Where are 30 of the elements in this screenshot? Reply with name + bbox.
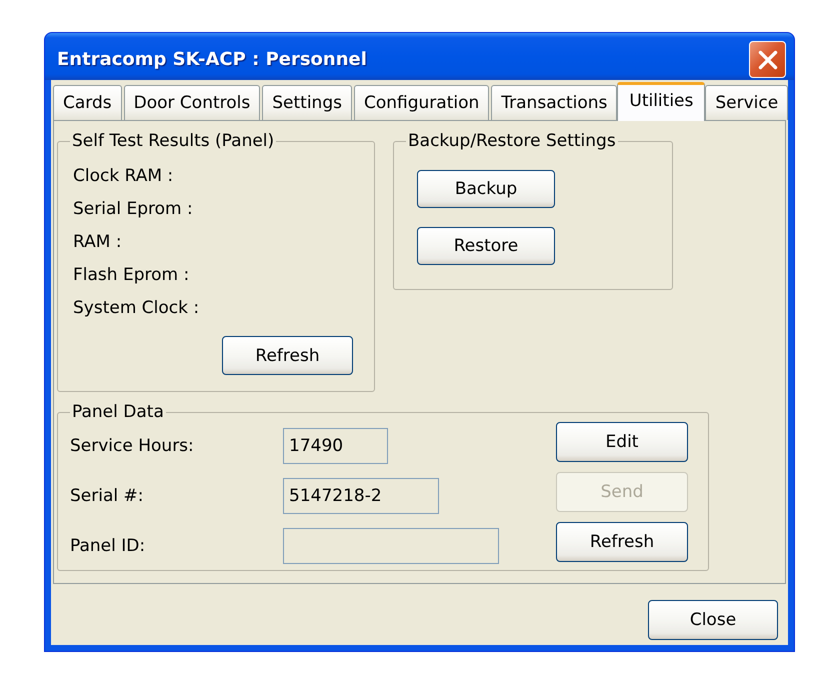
text-field[interactable]: 5147218-2 [283, 478, 439, 514]
edit-button[interactable]: Edit [556, 422, 688, 462]
group-title: Panel Data [71, 402, 165, 422]
tab[interactable]: Utilities [617, 82, 706, 121]
test-label: Flash Eprom : [73, 264, 190, 287]
group-title: Backup/Restore Settings [407, 131, 617, 151]
text-field[interactable] [283, 528, 499, 564]
test-label: System Clock : [73, 297, 200, 320]
tab[interactable]: Settings [262, 85, 352, 120]
refresh-button[interactable]: Refresh [222, 336, 353, 375]
restore-button[interactable]: Restore [417, 227, 555, 265]
field-label: Service Hours: [70, 436, 194, 456]
field-label: Serial #: [70, 486, 144, 506]
close-dialog-button[interactable]: Close [648, 600, 778, 640]
close-icon [758, 50, 778, 70]
text-field[interactable]: 17490 [283, 428, 388, 464]
field-label: Panel ID: [70, 536, 146, 556]
close-button[interactable] [749, 41, 786, 78]
refresh-button[interactable]: Refresh [556, 522, 688, 562]
backup-button[interactable]: Backup [417, 170, 555, 208]
group-title: Self Test Results (Panel) [71, 131, 276, 151]
test-label: Serial Eprom : [73, 198, 193, 221]
tab[interactable]: Service [705, 85, 788, 120]
tab[interactable]: Door Controls [124, 85, 260, 120]
tab[interactable]: Configuration [354, 85, 490, 120]
test-label: RAM : [73, 231, 122, 254]
test-label: Clock RAM : [73, 165, 174, 188]
tab[interactable]: Cards [53, 85, 122, 120]
tab[interactable]: Transactions [491, 85, 618, 120]
window-title: Entracomp SK-ACP : Personnel [57, 48, 367, 72]
